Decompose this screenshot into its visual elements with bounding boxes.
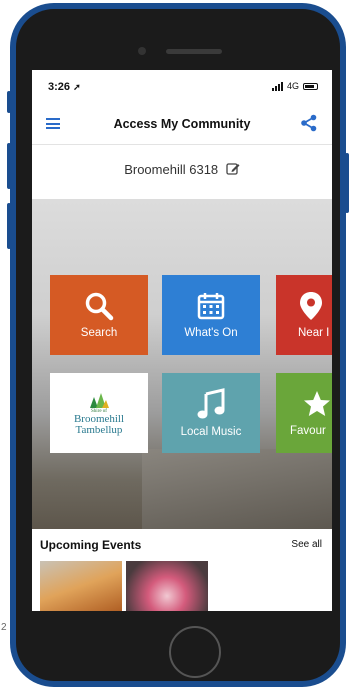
speaker — [166, 49, 222, 54]
search-tile[interactable]: Search — [50, 275, 148, 355]
see-all-link[interactable]: See all — [291, 539, 322, 550]
shire-emblem-icon — [89, 392, 109, 408]
location-arrow-icon: ➚ — [73, 82, 81, 92]
power-button — [345, 153, 349, 213]
star-icon — [304, 391, 330, 416]
near-me-tile[interactable]: Near I — [276, 275, 332, 355]
whats-on-tile[interactable]: What's On — [162, 275, 260, 355]
logo-line-2: Tambellup — [75, 423, 123, 436]
shire-logo: Shire of Broomehill Tambellup — [74, 391, 124, 436]
volume-down-button — [7, 203, 11, 249]
hero-area: Search What's On Near I Shire of Broomeh… — [32, 199, 332, 529]
background-road — [142, 449, 332, 529]
search-icon — [85, 292, 114, 321]
shire-logo-tile[interactable]: Shire of Broomehill Tambellup — [50, 373, 148, 453]
location-label: Broomehill 6318 — [32, 162, 332, 177]
stray-mark: 2 — [1, 622, 7, 633]
battery-icon — [303, 82, 318, 90]
status-time: 3:26 ➚ — [48, 81, 81, 93]
network-label: 4G — [286, 81, 299, 91]
camera — [138, 47, 146, 55]
logo-line-1: Broomehill — [73, 412, 125, 425]
event-thumbnail-food[interactable] — [40, 561, 122, 611]
calendar-icon — [197, 293, 225, 320]
edit-icon[interactable] — [226, 162, 240, 176]
event-thumbnail-flower[interactable] — [126, 561, 208, 611]
nav-bar: Access My Community — [32, 104, 332, 145]
near-me-tile-label: Near I — [298, 327, 330, 339]
map-pin-icon — [300, 292, 322, 320]
share-icon[interactable] — [300, 114, 318, 132]
location-row[interactable]: Broomehill 6318 — [32, 144, 332, 199]
local-music-tile[interactable]: Local Music — [162, 373, 260, 453]
home-button[interactable] — [169, 626, 221, 678]
volume-up-button — [7, 143, 11, 189]
silent-switch — [7, 91, 11, 113]
page-title: Access My Community — [113, 117, 251, 131]
upcoming-events-title: Upcoming Events — [40, 538, 142, 552]
status-bar: 3:26 ➚ 4G — [32, 70, 332, 104]
search-tile-label: Search — [80, 327, 118, 339]
whats-on-tile-label: What's On — [184, 327, 238, 339]
status-indicators: 4G — [271, 81, 318, 91]
local-music-tile-label: Local Music — [180, 426, 242, 438]
signal-icon — [271, 81, 283, 91]
app-screen: 3:26 ➚ 4G Access My Community Broomehill… — [32, 70, 332, 611]
music-note-icon — [197, 388, 225, 419]
favourites-tile-label: Favour — [290, 425, 326, 437]
upcoming-events-section: Upcoming Events See all — [32, 529, 332, 611]
favourites-tile[interactable]: Favour — [276, 373, 332, 453]
